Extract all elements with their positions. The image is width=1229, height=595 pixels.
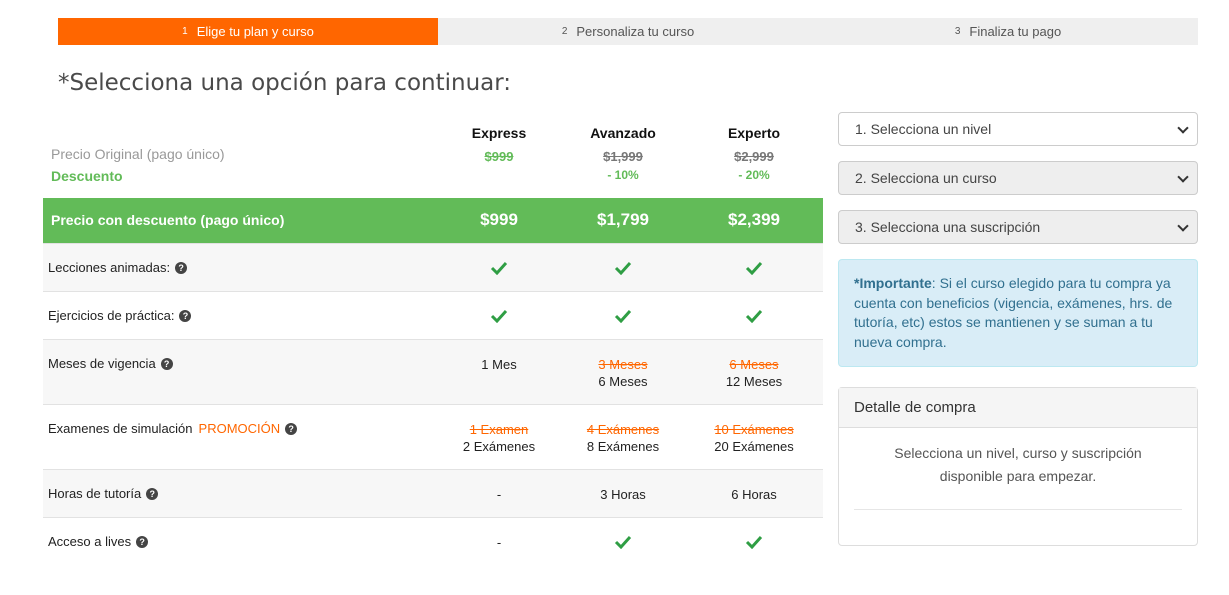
avanzado-value: 3 Horas bbox=[600, 487, 646, 502]
feature-label-text: Horas de tutoría bbox=[48, 486, 142, 501]
feature-label-text: Acceso a lives bbox=[48, 534, 132, 549]
feature-label: Acceso a lives? bbox=[48, 534, 149, 549]
feature-row-lives: Acceso a lives? - bbox=[43, 517, 823, 565]
question-circle-icon[interactable]: ? bbox=[160, 358, 173, 370]
panel-title: Detalle de compra bbox=[839, 388, 1197, 428]
experto-price: $2,399 bbox=[728, 210, 780, 229]
plan-name: Avanzado bbox=[590, 125, 656, 141]
feature-label-text: Meses de vigencia bbox=[48, 356, 156, 371]
select-value: 2. Selecciona un curso bbox=[855, 170, 997, 186]
feature-row-meses: Meses de vigencia? 1 Mes 3 Meses 6 Meses… bbox=[43, 339, 823, 404]
feature-row-examenes: Examenes de simulación PROMOCIÓN? 1 Exame… bbox=[43, 404, 823, 469]
avanzado-price: $1,799 bbox=[597, 210, 649, 229]
feature-label: Horas de tutoría? bbox=[48, 486, 159, 501]
avanzado-value: 3 Meses 6 Meses bbox=[563, 356, 683, 390]
select-value: 3. Selecciona una suscripción bbox=[855, 219, 1041, 235]
old-value: 4 Exámenes bbox=[586, 422, 660, 437]
experto-value: 10 Exámenes 20 Exámenes bbox=[694, 421, 814, 455]
new-value: 2 Exámenes bbox=[462, 439, 536, 454]
plan-header-experto: Experto $2,999 - 20% bbox=[694, 114, 814, 182]
panel-body: Selecciona un nivel, curso y suscripción… bbox=[894, 445, 1142, 484]
experto-value: 6 Horas bbox=[731, 487, 777, 502]
important-notice: *Importante: Si el curso elegido para tu… bbox=[838, 259, 1198, 367]
old-value: 6 Meses bbox=[729, 357, 779, 372]
express-value: - bbox=[496, 487, 502, 502]
promo-badge: PROMOCIÓN bbox=[198, 421, 281, 436]
check-icon bbox=[694, 535, 814, 553]
step-label: Elige tu plan y curso bbox=[196, 24, 314, 39]
step-1: 1 Elige tu plan y curso bbox=[58, 18, 438, 45]
question-circle-icon[interactable]: ? bbox=[179, 310, 192, 322]
feature-label: Meses de vigencia? bbox=[48, 356, 173, 371]
feature-label-text: Examenes de simulación bbox=[48, 421, 193, 436]
plan-original-price: $2,999 bbox=[734, 149, 774, 164]
new-value: 20 Exámenes bbox=[714, 439, 794, 454]
check-icon bbox=[439, 261, 559, 279]
express-value: - bbox=[496, 535, 502, 550]
feature-row-ejercicios: Ejercicios de práctica:? bbox=[43, 291, 823, 339]
experto-value: 6 Meses 12 Meses bbox=[694, 356, 814, 390]
discount-label: Descuento bbox=[51, 168, 123, 184]
feature-label: Ejercicios de práctica:? bbox=[48, 308, 192, 323]
nivel-select[interactable]: 1. Selecciona un nivel bbox=[838, 112, 1198, 146]
question-circle-icon[interactable]: ? bbox=[285, 423, 298, 435]
feature-label: Lecciones animadas:? bbox=[48, 260, 188, 275]
check-icon bbox=[563, 535, 683, 553]
step-label: Finaliza tu pago bbox=[969, 24, 1062, 39]
old-value: 1 Examen bbox=[469, 422, 529, 437]
feature-label: Examenes de simulación PROMOCIÓN? bbox=[48, 421, 298, 436]
question-circle-icon[interactable]: ? bbox=[175, 262, 188, 274]
old-value: 3 Meses bbox=[598, 357, 648, 372]
plan-discount: - 20% bbox=[738, 168, 770, 182]
select-value: 1. Selecciona un nivel bbox=[855, 121, 992, 137]
divider bbox=[854, 509, 1182, 510]
check-icon bbox=[694, 261, 814, 279]
chevron-down-icon bbox=[1177, 171, 1189, 183]
plan-header-express: Express $999 bbox=[439, 114, 559, 164]
suscripcion-select[interactable]: 3. Selecciona una suscripción bbox=[838, 210, 1198, 244]
new-value: 8 Exámenes bbox=[586, 439, 660, 454]
chevron-down-icon bbox=[1177, 122, 1189, 134]
question-circle-icon[interactable]: ? bbox=[136, 536, 149, 548]
notice-strong: *Importante bbox=[854, 275, 932, 291]
step-3: 3 Finaliza tu pago bbox=[818, 18, 1198, 45]
check-icon bbox=[563, 261, 683, 279]
plan-original-price: $1,999 bbox=[603, 149, 643, 164]
step-number: 1 bbox=[182, 26, 188, 37]
new-value: 12 Meses bbox=[725, 374, 783, 389]
step-number: 3 bbox=[954, 26, 961, 37]
purchase-detail-panel: Detalle de compra Selecciona un nivel, c… bbox=[838, 387, 1198, 546]
original-price-label: Precio Original (pago único) bbox=[51, 146, 225, 162]
chevron-down-icon bbox=[1177, 220, 1189, 232]
step-2: 2 Personaliza tu curso bbox=[438, 18, 818, 45]
express-value: 1 Mes bbox=[481, 357, 517, 372]
feature-row-lecciones: Lecciones animadas:? bbox=[43, 243, 823, 291]
plan-original-price: $999 bbox=[484, 149, 514, 164]
plan-discount: - 10% bbox=[607, 168, 639, 182]
curso-select[interactable]: 2. Selecciona un curso bbox=[838, 161, 1198, 195]
express-value: 1 Examen 2 Exámenes bbox=[439, 421, 559, 455]
check-icon bbox=[563, 309, 683, 327]
old-value: 10 Exámenes bbox=[714, 422, 794, 437]
express-price: $999 bbox=[480, 210, 518, 229]
discount-price-row: Precio con descuento (pago único) $999 $… bbox=[43, 198, 823, 243]
feature-label-text: Ejercicios de práctica: bbox=[48, 308, 175, 323]
new-value: 6 Meses bbox=[598, 374, 648, 389]
check-icon bbox=[694, 309, 814, 327]
page-title: *Selecciona una opción para continuar: bbox=[58, 70, 512, 96]
discount-price-label: Precio con descuento (pago único) bbox=[51, 212, 285, 228]
plan-name: Experto bbox=[727, 125, 781, 141]
plan-header-avanzado: Avanzado $1,999 - 10% bbox=[563, 114, 683, 182]
step-label: Personaliza tu curso bbox=[576, 24, 695, 39]
plan-name: Express bbox=[471, 125, 527, 141]
check-icon bbox=[439, 309, 559, 327]
feature-row-horas: Horas de tutoría? - 3 Horas 6 Horas bbox=[43, 469, 823, 517]
progress-stepper: 1 Elige tu plan y curso 2 Personaliza tu… bbox=[58, 18, 1198, 45]
avanzado-value: 4 Exámenes 8 Exámenes bbox=[563, 421, 683, 455]
feature-label-text: Lecciones animadas: bbox=[48, 260, 171, 275]
step-number: 2 bbox=[561, 26, 568, 37]
question-circle-icon[interactable]: ? bbox=[146, 488, 159, 500]
